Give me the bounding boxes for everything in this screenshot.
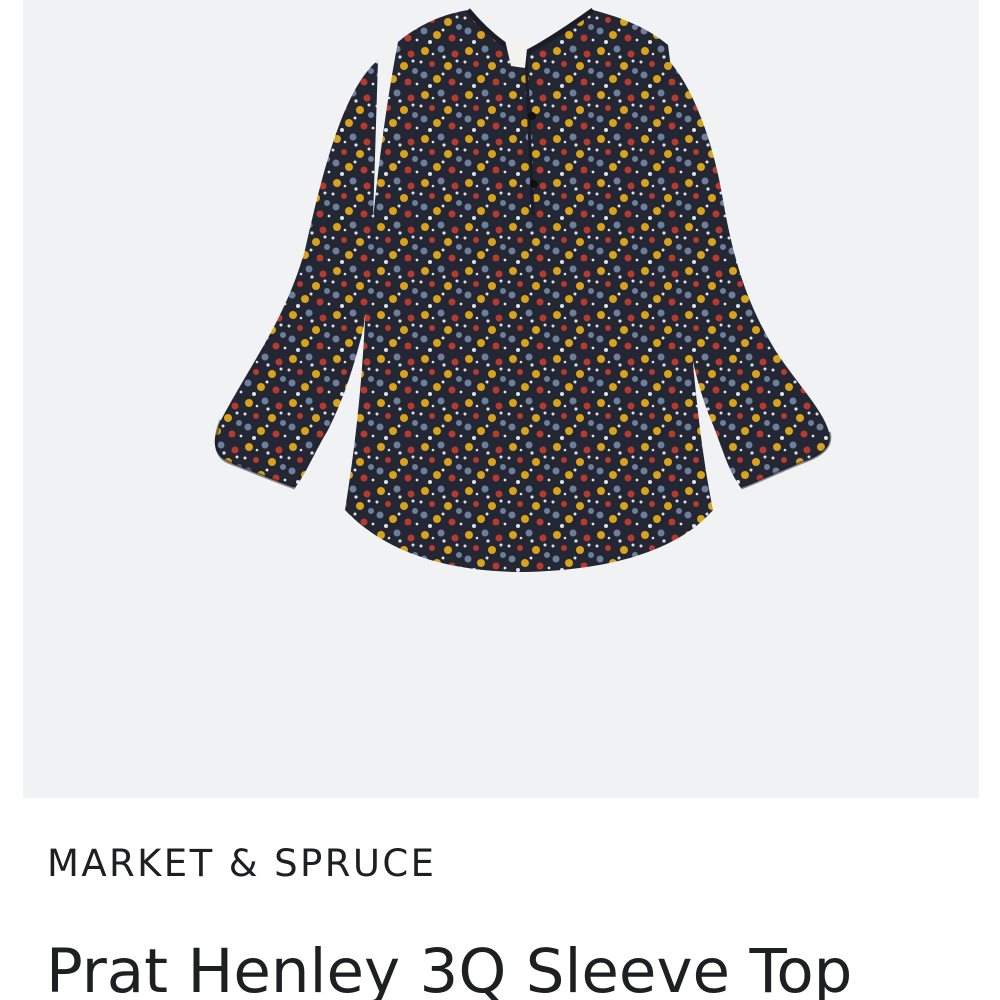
button-1: [528, 112, 536, 120]
brand-name: MARKET & SPRUCE: [47, 842, 437, 885]
left-sleeve: [214, 60, 378, 488]
product-image-panel[interactable]: [23, 0, 979, 798]
product-title: Prat Henley 3Q Sleeve Top: [46, 936, 853, 1000]
product-card[interactable]: MARKET & SPRUCE Prat Henley 3Q Sleeve To…: [0, 0, 1000, 1000]
product-image[interactable]: [23, 0, 979, 798]
button-2: [530, 180, 538, 188]
